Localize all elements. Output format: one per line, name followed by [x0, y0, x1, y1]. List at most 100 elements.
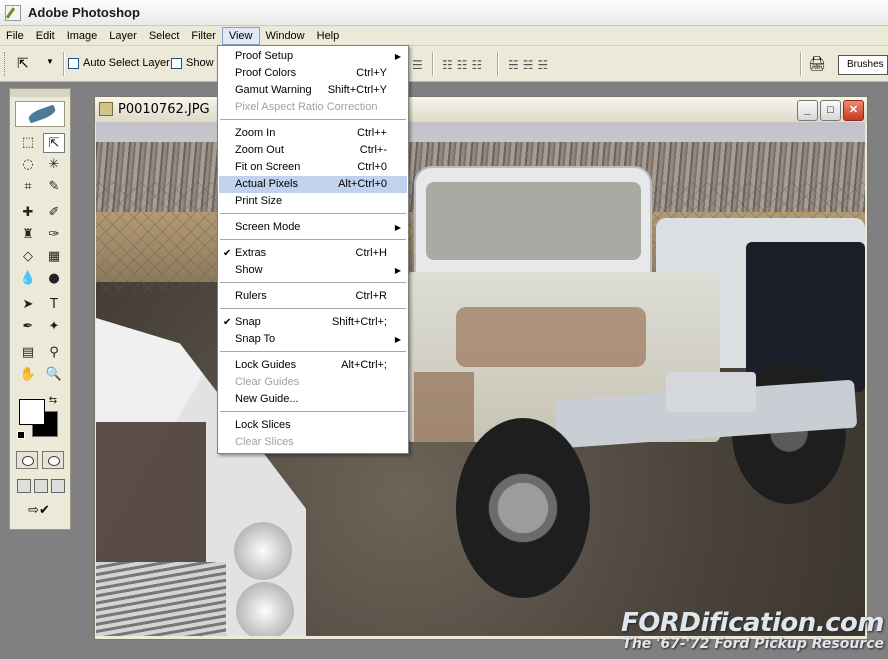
view-menu-gamut-warning[interactable]: Gamut Warning Shift+Ctrl+Y — [219, 82, 407, 99]
move-tool-icon[interactable]: ⇱ — [43, 133, 65, 153]
full-screen-menu-mode-button[interactable] — [34, 479, 48, 493]
path-selection-tool-icon[interactable]: ➤ — [17, 295, 39, 315]
menubar: File Edit Image Layer Select Filter View… — [0, 26, 888, 46]
menu-select[interactable]: Select — [143, 27, 186, 45]
auto-select-layer-label: Auto Select Layer — [83, 57, 170, 69]
pen-tool-icon[interactable]: ✒ — [17, 317, 39, 337]
menu-item-label: Zoom In — [235, 127, 276, 139]
menu-separator — [220, 239, 406, 240]
menu-edit[interactable]: Edit — [30, 27, 61, 45]
menu-view[interactable]: View — [221, 26, 260, 45]
view-menu-proof-setup[interactable]: Proof Setup ▶ — [219, 48, 407, 65]
eyedropper-tool-icon[interactable]: ⚲ — [43, 343, 65, 363]
photo-headlight — [234, 522, 292, 580]
brush-tool-icon[interactable]: ✐ — [43, 203, 65, 223]
menu-help[interactable]: Help — [311, 27, 346, 45]
menu-item-label: Proof Colors — [235, 67, 297, 79]
distribute-vertical-icons[interactable]: ☷☷☷ — [442, 58, 486, 72]
menu-item-label: Pixel Aspect Ratio Correction — [235, 101, 378, 113]
view-menu-lock-guides[interactable]: Lock Guides Alt+Ctrl+; — [219, 357, 407, 374]
menu-item-label: Zoom Out — [235, 144, 284, 156]
distribute-horizontal-icons[interactable]: ☵☵☵ — [508, 58, 552, 72]
view-menu-print-size[interactable]: Print Size — [219, 193, 407, 210]
checkbox-box[interactable] — [171, 57, 182, 69]
align-icon[interactable]: ☰ — [412, 58, 427, 72]
jump-to-imageready-icon[interactable]: ⇨✔ — [15, 499, 63, 521]
crop-tool-icon[interactable]: ⌗ — [17, 177, 39, 197]
menu-separator — [220, 308, 406, 309]
menu-file[interactable]: File — [0, 27, 30, 45]
close-button[interactable]: ✕ — [843, 100, 864, 121]
menu-item-shortcut: Ctrl+R — [355, 290, 387, 302]
swap-colors-icon[interactable]: ⇆ — [46, 391, 60, 411]
view-menu-zoom-out[interactable]: Zoom Out Ctrl+- — [219, 142, 407, 159]
show-bounding-box-checkbox[interactable]: Show B — [171, 57, 224, 69]
type-tool-icon[interactable]: T — [43, 295, 65, 315]
menu-item-label: Lock Guides — [235, 359, 297, 371]
clone-stamp-tool-icon[interactable]: ♜ — [17, 225, 39, 245]
healing-brush-tool-icon[interactable]: ✚ — [17, 203, 39, 223]
view-menu-snap[interactable]: ✔ Snap Shift+Ctrl+; — [219, 314, 407, 331]
toolbox-grip[interactable] — [10, 89, 70, 97]
blur-tool-icon[interactable]: 💧 — [17, 269, 39, 289]
zoom-tool-icon[interactable]: 🔍 — [43, 365, 65, 385]
chevron-down-icon: ▼ — [46, 57, 54, 66]
brushes-palette-tab[interactable]: Brushes — [838, 55, 888, 75]
menu-separator — [220, 411, 406, 412]
marquee-tool-icon[interactable]: ⬚ — [17, 133, 39, 153]
hand-tool-icon[interactable]: ✋ — [17, 365, 39, 385]
tool-preset-picker[interactable]: ⇱ ▼ — [17, 55, 57, 73]
view-menu-proof-colors[interactable]: Proof Colors Ctrl+Y — [219, 65, 407, 82]
foreground-color-swatch[interactable] — [19, 399, 45, 425]
slice-tool-icon[interactable]: ✎ — [43, 177, 65, 197]
quick-mask-mode-button[interactable] — [42, 451, 64, 469]
gradient-tool-icon[interactable]: ▦ — [43, 247, 65, 267]
standard-mode-button[interactable] — [16, 451, 38, 469]
submenu-arrow-icon: ▶ — [394, 335, 401, 344]
view-menu-lock-slices[interactable]: Lock Slices — [219, 417, 407, 434]
view-menu-screen-mode[interactable]: Screen Mode ▶ — [219, 219, 407, 236]
document-title: P0010762.JPG — [118, 102, 210, 117]
notes-tool-icon[interactable]: ▤ — [17, 343, 39, 363]
menu-layer[interactable]: Layer — [103, 27, 143, 45]
minimize-button[interactable]: _ — [797, 100, 818, 121]
maximize-button[interactable]: □ — [820, 100, 841, 121]
app-title: Adobe Photoshop — [28, 5, 140, 20]
palette-well-icon[interactable]: 🖨 — [808, 55, 828, 73]
options-grip[interactable] — [4, 52, 7, 76]
adobe-feather-icon[interactable] — [15, 101, 65, 127]
photo-rust — [414, 372, 474, 442]
lasso-tool-icon[interactable]: ◌ — [17, 155, 39, 175]
full-screen-mode-button[interactable] — [51, 479, 65, 493]
view-menu-snap-to[interactable]: Snap To ▶ — [219, 331, 407, 348]
view-menu-zoom-in[interactable]: Zoom In Ctrl++ — [219, 125, 407, 142]
standard-screen-mode-button[interactable] — [17, 479, 31, 493]
menu-item-label: Snap — [235, 316, 261, 328]
magic-wand-tool-icon[interactable]: ✳ — [43, 155, 65, 175]
view-menu-new-guide[interactable]: New Guide... — [219, 391, 407, 408]
custom-shape-tool-icon[interactable]: ✦ — [43, 317, 65, 337]
menu-item-shortcut: Shift+Ctrl+Y — [327, 84, 387, 96]
view-menu-show[interactable]: Show ▶ — [219, 262, 407, 279]
image-canvas[interactable] — [96, 122, 865, 636]
eraser-tool-icon[interactable]: ◇ — [17, 247, 39, 267]
view-menu-rulers[interactable]: Rulers Ctrl+R — [219, 288, 407, 305]
watermark: FORDification.com The '67-'72 Ford Picku… — [621, 610, 885, 652]
auto-select-layer-checkbox[interactable]: Auto Select Layer — [68, 57, 170, 69]
document-titlebar[interactable]: P0010762.JPG _ □ ✕ — [95, 97, 867, 123]
menu-image[interactable]: Image — [61, 27, 104, 45]
menu-item-shortcut: Shift+Ctrl+; — [331, 316, 387, 328]
history-brush-tool-icon[interactable]: ✑ — [43, 225, 65, 245]
view-menu-actual-pixels[interactable]: Actual Pixels Alt+Ctrl+0 — [219, 176, 407, 193]
menu-separator — [220, 213, 406, 214]
dodge-tool-icon[interactable]: ● — [43, 269, 65, 289]
default-colors-icon[interactable] — [17, 431, 25, 439]
menu-window[interactable]: Window — [260, 27, 311, 45]
view-menu-extras[interactable]: ✔ Extras Ctrl+H — [219, 245, 407, 262]
photo-frame-bracket — [666, 372, 756, 412]
menu-item-shortcut: Ctrl++ — [357, 127, 387, 139]
menu-filter[interactable]: Filter — [185, 27, 221, 45]
view-menu-fit-on-screen[interactable]: Fit on Screen Ctrl+0 — [219, 159, 407, 176]
submenu-arrow-icon: ▶ — [394, 52, 401, 61]
checkbox-box[interactable] — [68, 57, 79, 69]
